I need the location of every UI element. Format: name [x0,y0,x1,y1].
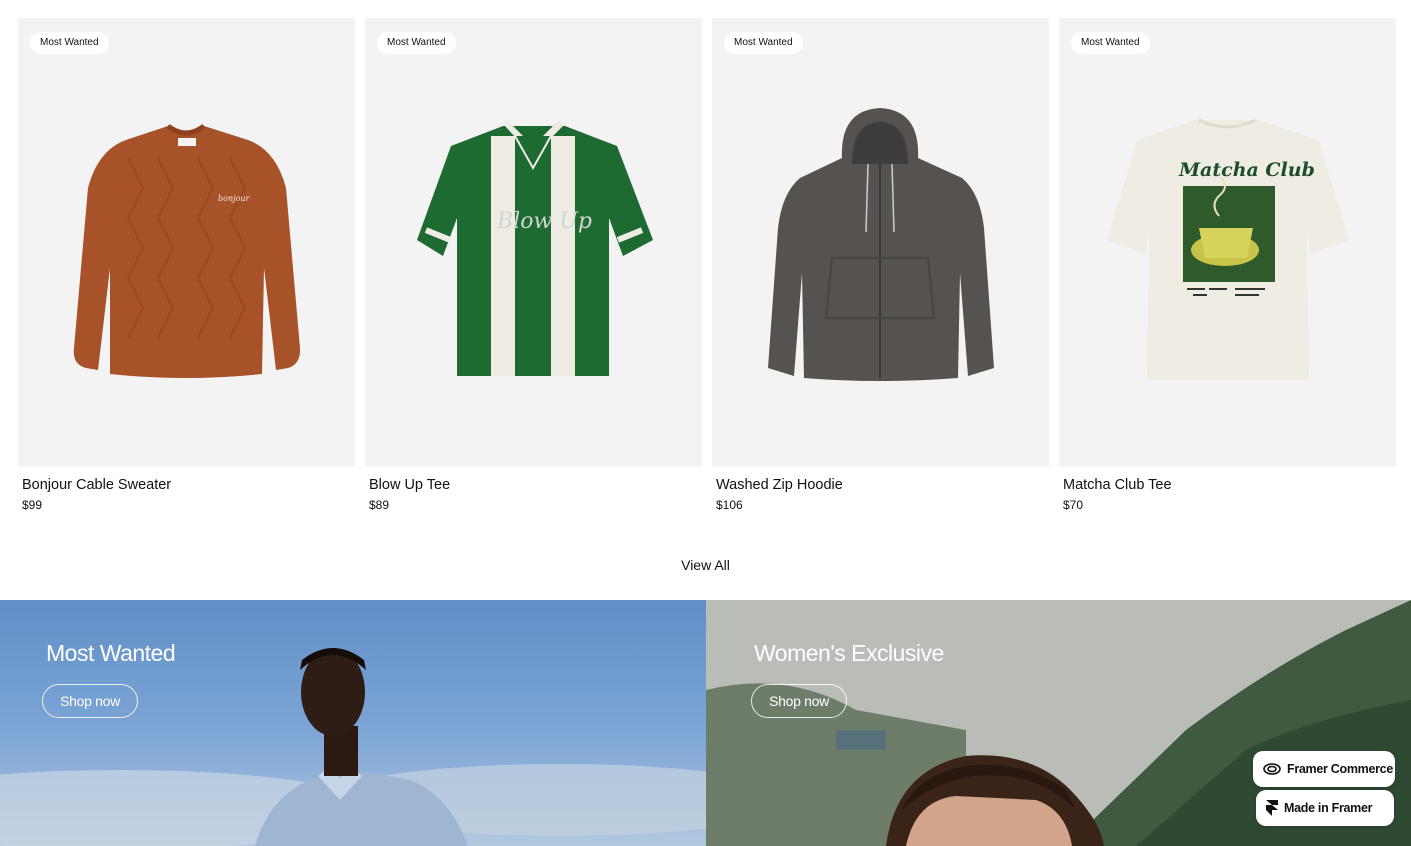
svg-text:Matcha Club: Matcha Club [1178,159,1315,181]
product-card[interactable]: bonjour Most Wanted Bonjour Cable Sweate… [18,18,355,512]
product-name[interactable]: Blow Up Tee [365,477,702,493]
product-price: $99 [22,498,43,512]
shop-now-button[interactable]: Shop now [751,684,847,718]
banner-title: Women's Exclusive [754,640,944,666]
banner-most-wanted[interactable]: Most Wanted Shop now [0,600,706,846]
product-image[interactable]: Blow Up Most Wanted [365,18,702,467]
product-name[interactable]: Matcha Club Tee [1059,477,1396,493]
made-in-framer-badge[interactable]: Made in Framer [1256,790,1394,826]
product-name[interactable]: Bonjour Cable Sweater [18,477,355,493]
svg-text:Blow Up: Blow Up [496,209,592,234]
product-card[interactable]: Most Wanted Washed Zip Hoodie $106 [712,18,1049,512]
product-image[interactable]: bonjour Most Wanted [18,18,355,467]
most-wanted-badge: Most Wanted [1071,32,1150,54]
product-image[interactable]: Matcha Club Most Wanted [1059,18,1396,467]
framer-logo-icon [1266,800,1278,816]
product-image[interactable]: Most Wanted [712,18,1049,467]
polo-image: Blow Up [417,120,653,376]
view-all-link[interactable]: View All [0,557,1411,573]
made-in-framer-label: Made in Framer [1284,801,1373,815]
framer-commerce-label: Framer Commerce [1287,762,1393,776]
sweater-image: bonjour [73,123,301,378]
framer-commerce-badge[interactable]: Framer Commerce [1253,751,1395,787]
product-grid: bonjour Most Wanted Bonjour Cable Sweate… [18,18,1396,512]
product-card[interactable]: Blow Up Most Wanted Blow Up Tee $89 [365,18,702,512]
product-card[interactable]: Matcha Club Most Wanted Matcha Club Tee … [1059,18,1396,512]
most-wanted-badge: Most Wanted [724,32,803,54]
product-price: $89 [369,498,390,512]
product-name[interactable]: Washed Zip Hoodie [712,477,1049,493]
most-wanted-badge: Most Wanted [377,32,456,54]
product-price: $106 [716,498,743,512]
svg-text:bonjour: bonjour [218,194,251,203]
man-photo [0,600,706,846]
product-price: $70 [1063,498,1084,512]
banner-title: Most Wanted [46,640,176,666]
hoodie-image [768,108,994,381]
shop-now-button[interactable]: Shop now [42,684,138,718]
most-wanted-badge: Most Wanted [30,32,109,54]
framer-commerce-icon [1263,763,1281,775]
tee-image: Matcha Club [1107,118,1349,380]
